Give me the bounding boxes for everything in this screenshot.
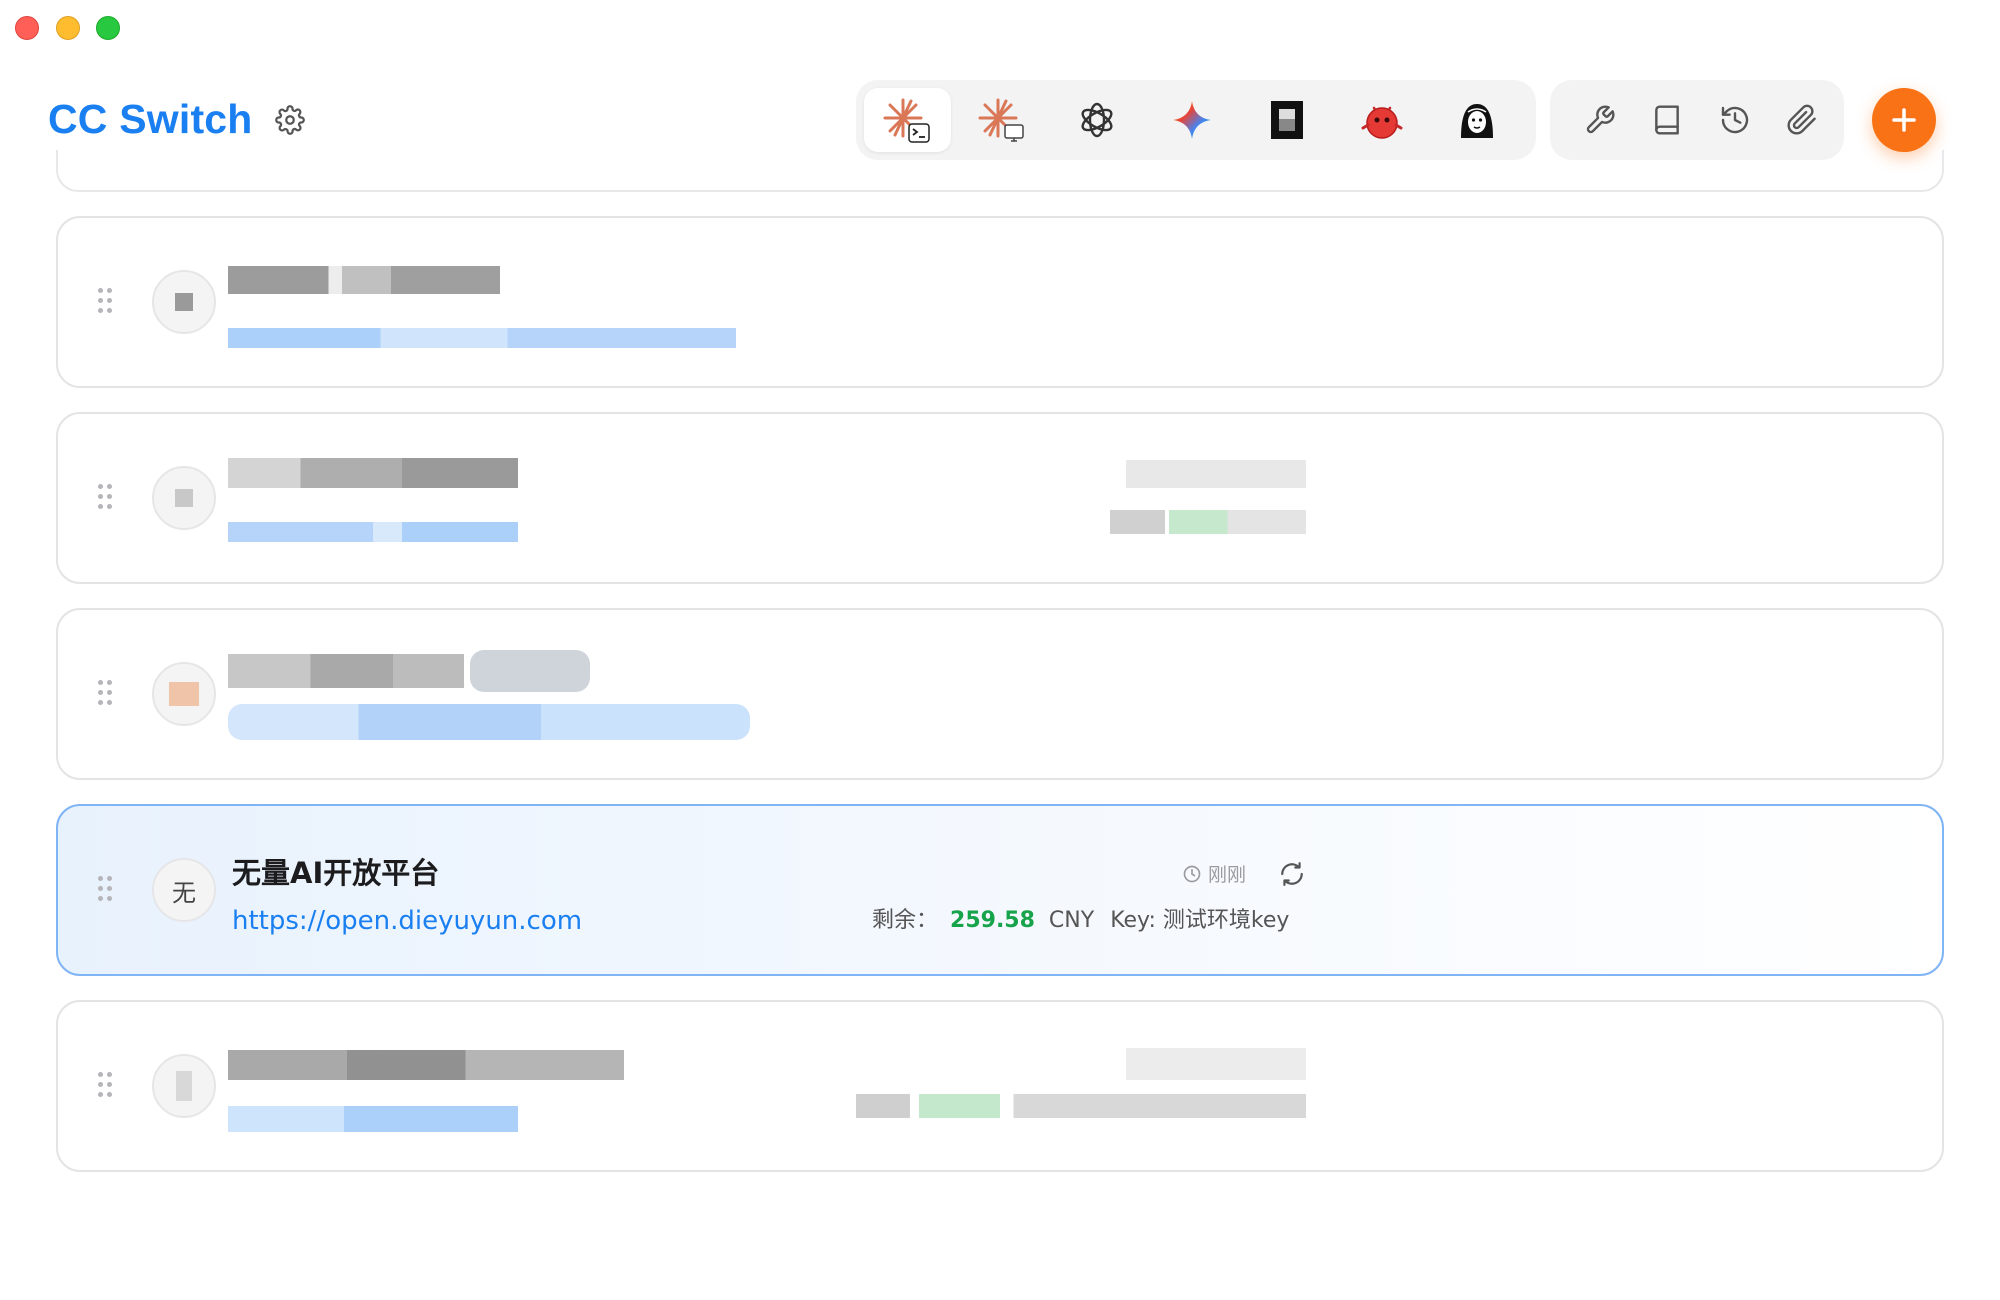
usage-updated: 刚刚 (1182, 860, 1246, 887)
provider-url-redacted (228, 328, 736, 348)
provider-card[interactable] (56, 412, 1944, 584)
provider-avatar (152, 466, 216, 530)
api-key-label: Key: 测试环境key (1110, 908, 1290, 933)
character-avatar-icon (1460, 104, 1493, 138)
app-tab-red-mascot[interactable] (1338, 88, 1425, 152)
provider-card[interactable] (56, 1000, 1944, 1172)
provider-card-active[interactable]: 无 无量AI开放平台 https://open.dieyuyun.com 刚刚 … (56, 804, 1944, 976)
red-mascot-icon (1361, 106, 1403, 139)
tools-toolbar (1550, 80, 1844, 160)
usage-timestamp-redacted (1126, 1048, 1306, 1080)
provider-avatar (152, 1054, 216, 1118)
provider-card[interactable] (56, 216, 1944, 388)
balance-label: 剩余： (872, 908, 939, 933)
close-window-button[interactable] (15, 16, 39, 40)
provider-avatar: 无 (152, 858, 216, 922)
provider-url-link[interactable]: https://open.dieyuyun.com (232, 906, 582, 936)
settings-button[interactable] (272, 102, 308, 138)
drag-handle[interactable] (98, 876, 114, 904)
provider-card[interactable] (56, 608, 1944, 780)
provider-name-redacted (228, 458, 518, 488)
app-title: CC Switch (48, 96, 253, 142)
provider-name-redacted (228, 654, 464, 688)
minimize-window-button[interactable] (56, 16, 80, 40)
drag-handle[interactable] (98, 1072, 114, 1100)
app-switcher (856, 80, 1536, 160)
app-tab-gemini[interactable] (1149, 88, 1236, 152)
add-provider-button[interactable] (1872, 88, 1936, 152)
usage-balance: 剩余： 259.58 CNY Key: 测试环境key (872, 902, 1289, 934)
drag-handle[interactable] (98, 484, 114, 512)
usage-balance-redacted (856, 1094, 1306, 1118)
provider-url-redacted (228, 1106, 518, 1132)
provider-avatar (152, 662, 216, 726)
provider-card-partial (56, 150, 1944, 192)
provider-name-redacted (228, 266, 500, 294)
provider-name-redacted (228, 1050, 624, 1080)
paperclip-icon (1787, 104, 1817, 135)
history-icon (1721, 106, 1748, 134)
prompts-button[interactable] (1634, 88, 1702, 152)
skills-button[interactable] (1566, 88, 1634, 152)
app-tab-openai[interactable] (1054, 88, 1141, 152)
provider-name: 无量AI开放平台 (232, 856, 440, 890)
refresh-usage-button[interactable] (1274, 856, 1310, 892)
wrench-icon (1586, 105, 1615, 134)
balance-currency: CNY (1048, 908, 1095, 933)
openai-icon (1081, 102, 1113, 138)
zoom-window-button[interactable] (96, 16, 120, 40)
claude-desktop-icon (978, 98, 1025, 142)
app-tab-opencode[interactable] (1243, 88, 1330, 152)
usage-timestamp-redacted (1126, 460, 1306, 488)
opencode-icon (1270, 101, 1303, 139)
updated-time: 刚刚 (1208, 864, 1247, 886)
claude-code-icon (883, 98, 931, 143)
plus-icon (1892, 108, 1916, 132)
drag-handle[interactable] (98, 680, 114, 708)
gemini-icon (1173, 101, 1211, 139)
history-button[interactable] (1701, 88, 1769, 152)
drag-handle[interactable] (98, 288, 114, 316)
provider-tag-redacted (470, 650, 590, 692)
app-tab-character[interactable] (1433, 88, 1520, 152)
provider-avatar (152, 270, 216, 334)
gear-icon (275, 105, 305, 135)
refresh-icon (1281, 862, 1303, 886)
book-icon (1655, 105, 1680, 135)
app-tab-claude-desktop[interactable] (959, 88, 1046, 152)
balance-value: 259.58 (950, 908, 1035, 933)
provider-url-redacted (228, 522, 518, 542)
provider-url-redacted (228, 704, 750, 740)
usage-balance-redacted (1110, 510, 1306, 534)
app-tab-claude-code[interactable] (864, 88, 951, 152)
clock-icon (1183, 865, 1201, 882)
app-window: CC Switch 无 无量AI开放平台 https://open.dieyuy… (0, 0, 2000, 1300)
attachments-button[interactable] (1769, 88, 1837, 152)
